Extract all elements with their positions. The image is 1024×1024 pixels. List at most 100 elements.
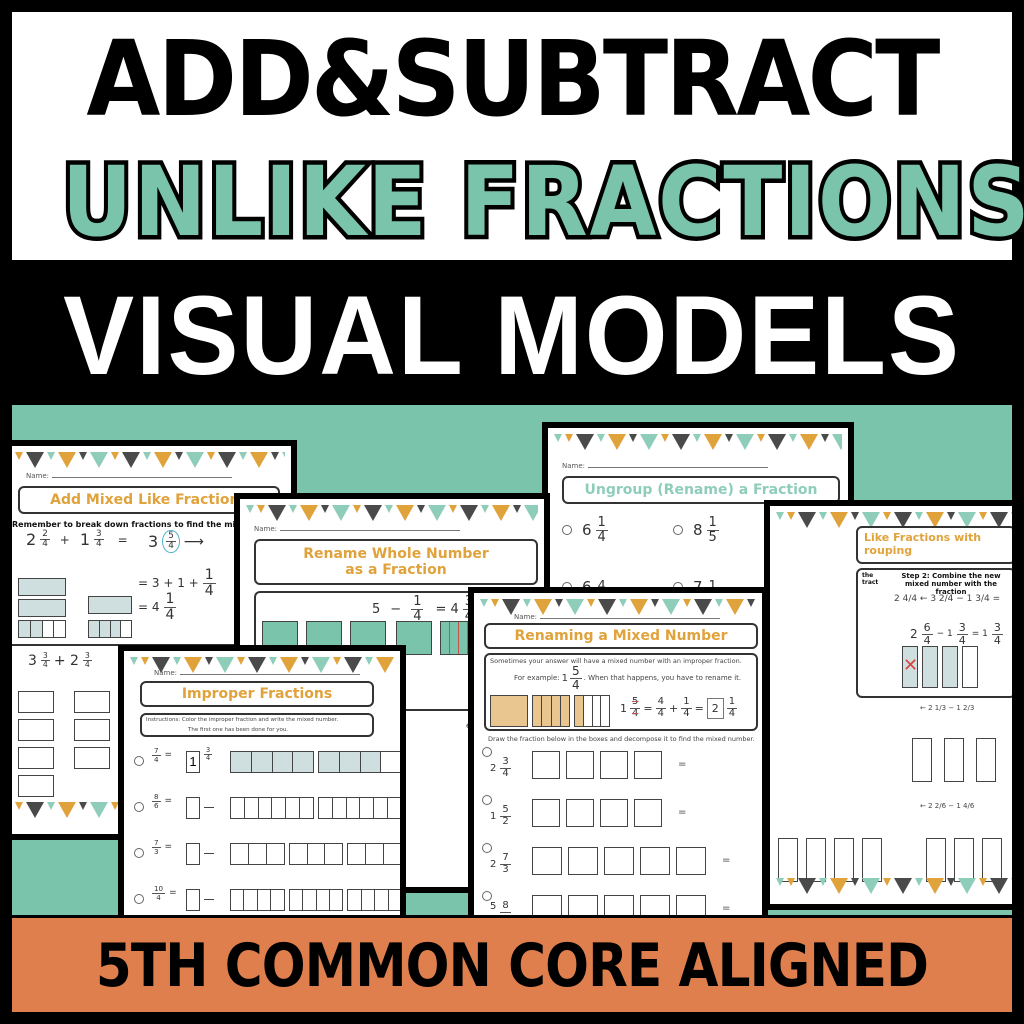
answer-fraction-blank[interactable] bbox=[204, 807, 214, 808]
answer-box bbox=[74, 747, 110, 769]
fraction-part[interactable] bbox=[360, 798, 375, 818]
cross-icon: ✕ bbox=[903, 655, 919, 675]
fraction-part[interactable] bbox=[329, 890, 343, 910]
model-box[interactable] bbox=[634, 799, 662, 827]
model-box[interactable] bbox=[634, 751, 662, 779]
fraction-part[interactable] bbox=[348, 890, 362, 910]
bunting-flag-icon bbox=[725, 434, 733, 442]
model-box[interactable] bbox=[676, 847, 706, 875]
bunting-flag-icon bbox=[186, 452, 204, 468]
fraction-part[interactable] bbox=[375, 890, 389, 910]
worksheet-renaming-mixed-number: Name: Renaming a Mixed Number Sometimes … bbox=[468, 587, 768, 915]
bunting-flag-icon bbox=[143, 452, 151, 460]
intro-text: For example: bbox=[514, 674, 560, 683]
bunting-flag-icon bbox=[300, 505, 318, 521]
answer-whole-box[interactable] bbox=[186, 797, 200, 819]
fraction-part[interactable] bbox=[271, 890, 284, 910]
bunting-flag-icon bbox=[851, 878, 859, 886]
fraction-part[interactable] bbox=[231, 798, 245, 818]
fraction-part[interactable] bbox=[266, 844, 284, 864]
numerator: 1 bbox=[706, 515, 719, 531]
fraction-part[interactable] bbox=[374, 798, 389, 818]
answer-fraction-blank[interactable] bbox=[204, 853, 214, 854]
denominator: 4 bbox=[154, 754, 159, 764]
fraction-part[interactable] bbox=[388, 798, 400, 818]
fraction-part[interactable] bbox=[339, 752, 361, 772]
model-box[interactable] bbox=[568, 847, 598, 875]
fraction-part[interactable] bbox=[303, 890, 317, 910]
fraction-model-strip bbox=[318, 797, 400, 819]
bunting-flag-icon bbox=[947, 878, 955, 886]
fraction-part[interactable] bbox=[272, 752, 294, 772]
fraction-part[interactable] bbox=[258, 798, 273, 818]
equals: = bbox=[643, 701, 653, 715]
fraction-part[interactable] bbox=[361, 890, 376, 910]
problem-number-icon bbox=[134, 756, 144, 766]
numerator: 5 bbox=[570, 664, 582, 679]
model-box[interactable] bbox=[600, 751, 628, 779]
fraction-part[interactable] bbox=[289, 844, 308, 864]
answer-whole-box[interactable]: 1 bbox=[186, 751, 200, 773]
fraction-part[interactable] bbox=[231, 844, 249, 864]
fraction-part[interactable] bbox=[248, 844, 267, 864]
fraction-part[interactable] bbox=[384, 844, 400, 864]
fraction-part[interactable] bbox=[293, 752, 313, 772]
model-box[interactable] bbox=[604, 847, 634, 875]
bunting-flag-icon bbox=[776, 512, 784, 520]
model-box[interactable] bbox=[568, 895, 598, 915]
bunting-flag-icon bbox=[428, 505, 446, 521]
bunting-flag-icon bbox=[269, 657, 277, 665]
fraction-part[interactable] bbox=[244, 798, 259, 818]
answer-fraction-blank[interactable] bbox=[204, 899, 214, 900]
model-box[interactable] bbox=[676, 895, 706, 915]
bunting-flag-icon bbox=[851, 512, 859, 520]
fraction-part[interactable] bbox=[366, 844, 385, 864]
bunting-flag-icon bbox=[736, 434, 754, 450]
answer-box bbox=[18, 719, 54, 741]
fraction-part[interactable] bbox=[332, 798, 347, 818]
answer-whole-box[interactable] bbox=[186, 889, 200, 911]
fraction-part[interactable] bbox=[325, 844, 343, 864]
bunting-flag-icon bbox=[396, 505, 414, 521]
fraction-part[interactable] bbox=[388, 890, 400, 910]
answer-whole-box[interactable] bbox=[186, 843, 200, 865]
bunting-flag-icon bbox=[830, 878, 848, 894]
fraction-part[interactable] bbox=[257, 890, 272, 910]
model-box[interactable] bbox=[566, 751, 594, 779]
numerator: 3 bbox=[500, 756, 511, 769]
denominator: 4 bbox=[597, 529, 606, 545]
fraction-part[interactable] bbox=[348, 844, 367, 864]
model-box[interactable] bbox=[640, 847, 670, 875]
model-box[interactable] bbox=[604, 895, 634, 915]
fraction-part[interactable] bbox=[381, 752, 400, 772]
fraction-part[interactable] bbox=[286, 798, 301, 818]
fraction-part[interactable] bbox=[272, 798, 287, 818]
denominator: 4 bbox=[993, 633, 1001, 647]
model-box[interactable] bbox=[532, 751, 560, 779]
bunting-flag-icon bbox=[90, 802, 108, 818]
model-box[interactable] bbox=[532, 895, 562, 915]
bunting-flag-icon bbox=[800, 434, 818, 450]
fraction-part[interactable] bbox=[244, 890, 258, 910]
model-box[interactable] bbox=[532, 847, 562, 875]
model-box[interactable] bbox=[566, 799, 594, 827]
bunting-flag-icon bbox=[122, 452, 140, 468]
fraction-part[interactable] bbox=[346, 798, 361, 818]
fraction-part[interactable] bbox=[316, 890, 330, 910]
model-box[interactable] bbox=[600, 799, 628, 827]
fraction-part[interactable] bbox=[307, 844, 326, 864]
fraction-part[interactable] bbox=[319, 798, 333, 818]
model-box[interactable] bbox=[532, 799, 560, 827]
regroup-equation-a: 2 4/4 ← 3 2/4 − 1 3/4 = bbox=[894, 594, 1001, 604]
fraction-part[interactable] bbox=[300, 798, 313, 818]
bunting-flag-icon bbox=[979, 512, 987, 520]
bunting-flag-icon bbox=[207, 452, 215, 460]
fraction-part[interactable] bbox=[289, 890, 304, 910]
fraction-part[interactable] bbox=[231, 890, 245, 910]
fraction-part[interactable] bbox=[319, 752, 340, 772]
fraction-part[interactable] bbox=[251, 752, 273, 772]
fraction-part[interactable] bbox=[360, 752, 382, 772]
model-box[interactable] bbox=[640, 895, 670, 915]
fraction-part[interactable] bbox=[231, 752, 252, 772]
answer-box bbox=[18, 747, 54, 769]
